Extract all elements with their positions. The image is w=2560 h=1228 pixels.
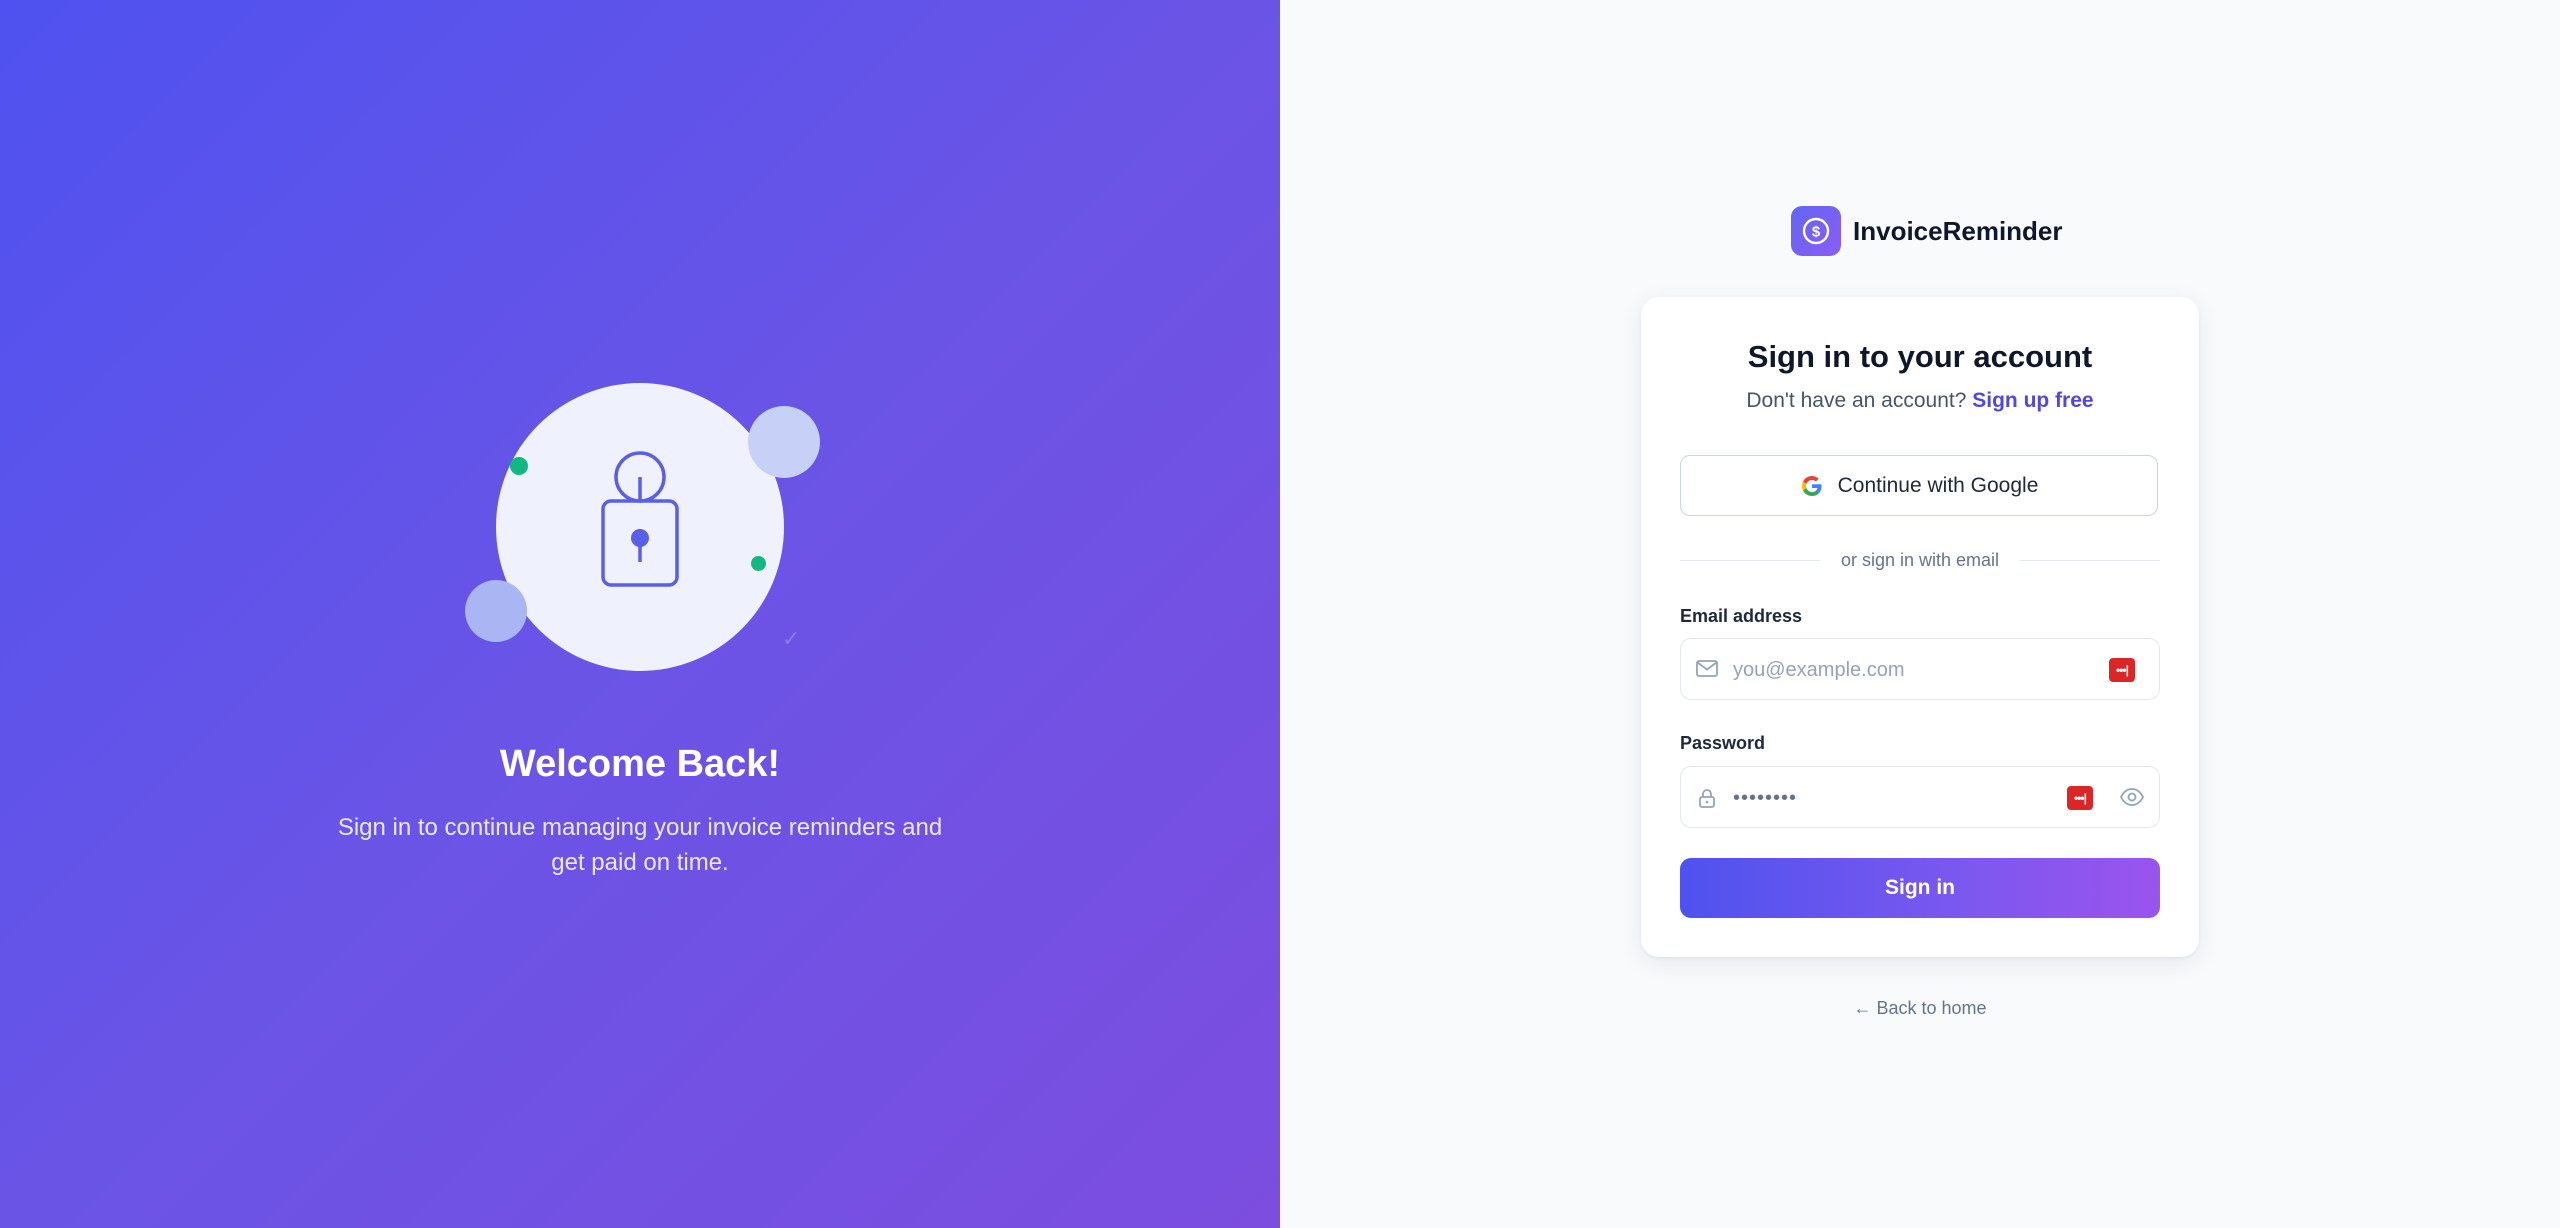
email-input[interactable]	[1731, 649, 2075, 691]
signin-button[interactable]: Sign in	[1680, 858, 2160, 918]
svg-text:$: $	[1812, 224, 1821, 241]
password-manager-icon[interactable]: •••|	[2109, 658, 2135, 682]
hero-subtitle: Sign in to continue managing your invoic…	[337, 814, 943, 876]
form-subtitle: Don't have an account? Sign up free	[1641, 389, 2199, 413]
padlock-icon	[601, 451, 679, 587]
brand-name: InvoiceReminder	[1853, 215, 2063, 246]
dollar-circle-icon: $	[1791, 206, 1841, 256]
check-icon: ✓	[782, 626, 801, 651]
signup-prompt: Don't have an account?	[1746, 389, 1973, 412]
hero-panel: ✓ Welcome Back! Sign in to continue mana…	[0, 0, 1280, 1228]
email-label: Email address	[1680, 606, 1803, 626]
google-icon	[1801, 475, 1822, 496]
eye-icon[interactable]	[2119, 786, 2145, 808]
google-signin-button[interactable]: Continue with Google	[1680, 455, 2158, 516]
decorative-bubble	[748, 406, 820, 478]
email-field[interactable]: •••|	[1680, 638, 2160, 700]
back-to-home-link[interactable]: ← Back to home	[1620, 998, 2220, 1019]
google-button-label: Continue with Google	[1837, 473, 2039, 497]
brand-header: $ InvoiceReminder	[1791, 206, 2063, 256]
lock-icon	[1699, 789, 1715, 808]
lock-illustration: ✓	[460, 378, 830, 678]
password-input[interactable]	[1731, 777, 2075, 819]
signin-card: Sign in to your account Don't have an ac…	[1641, 297, 2199, 957]
decorative-dot	[510, 457, 528, 475]
decorative-bubble	[465, 580, 527, 642]
form-title: Sign in to your account	[1747, 339, 2093, 374]
decorative-dot	[751, 556, 766, 571]
mail-icon	[1696, 660, 1718, 677]
password-label: Password	[1680, 733, 1766, 753]
or-divider: or sign in with email	[1680, 550, 2160, 570]
signup-link[interactable]: Sign up free	[1972, 389, 2093, 412]
password-field[interactable]: •••|	[1680, 766, 2160, 828]
password-manager-icon[interactable]: •••|	[2067, 786, 2093, 810]
hero-title: Welcome Back!	[499, 743, 781, 785]
